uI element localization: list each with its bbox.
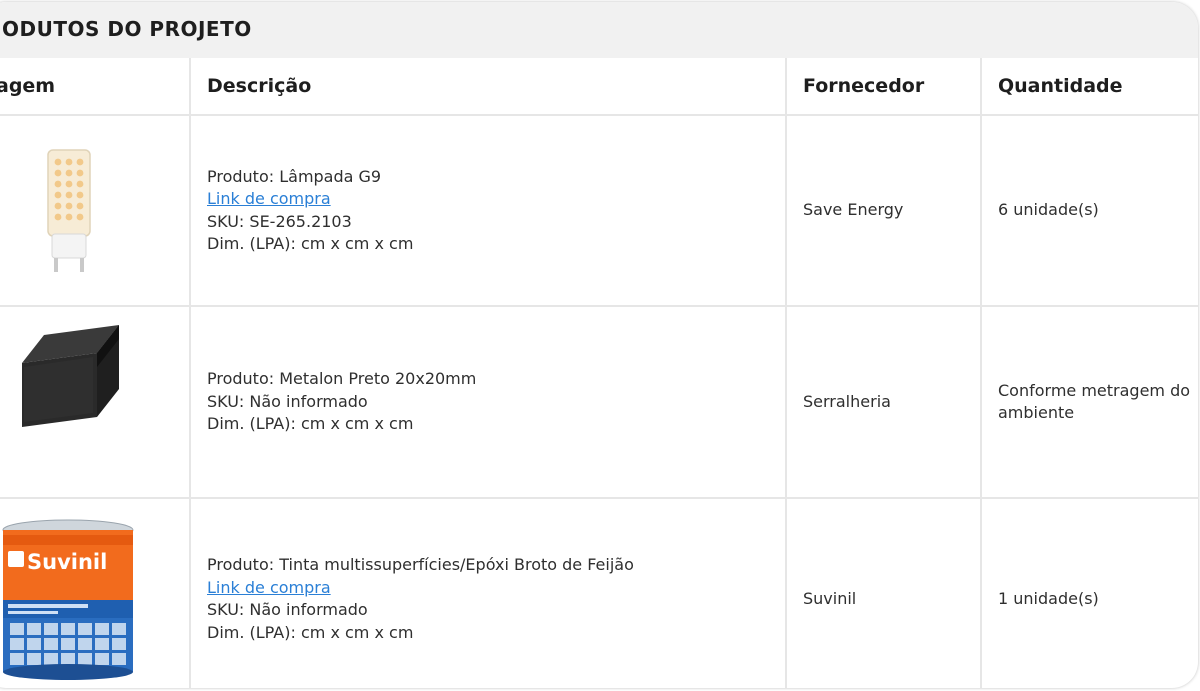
description-cell: Produto: Metalon Preto 20x20mm SKU: Não …: [190, 306, 787, 499]
table-row: Produto: Metalon Preto 20x20mm SKU: Não …: [0, 306, 1198, 499]
product-image-cell: [0, 306, 191, 499]
quantity-cell: 1 unidade(s): [981, 498, 1198, 688]
product-dimensions: Dim. (LPA): cm x cm x cm: [207, 414, 414, 434]
suvinil-paint-can-image: Suvinil: [2, 519, 134, 680]
supplier-cell: Serralheria: [786, 306, 982, 499]
product-name: Produto: Metalon Preto 20x20mm: [207, 369, 477, 389]
product-sku: SKU: Não informado: [207, 600, 368, 619]
product-sku: SKU: SE-265.2103: [207, 211, 352, 231]
product-name: Produto: Tinta multissuperfícies/Epóxi B…: [207, 555, 634, 574]
column-header-description: Descrição: [190, 58, 787, 116]
paint-can-brand: Suvinil: [27, 550, 107, 574]
table-row: Suvinil Produto: Tinta multissuperfícies…: [0, 498, 1198, 688]
column-header-supplier: Fornecedor: [786, 58, 982, 116]
product-image-cell: Suvinil: [0, 498, 191, 688]
quantity-value: 1 unidade(s): [998, 588, 1099, 608]
quantity-value: Conforme metragem do ambiente: [998, 380, 1191, 423]
description-cell: Produto: Tinta multissuperfícies/Epóxi B…: [190, 498, 787, 688]
purchase-link[interactable]: Link de compra: [207, 188, 769, 211]
product-name: Produto: Lâmpada G9: [207, 166, 382, 186]
supplier-cell: Suvinil: [786, 498, 982, 688]
purchase-link[interactable]: Link de compra: [207, 577, 769, 600]
product-image-cell: [0, 115, 191, 307]
description-cell: Produto: Lâmpada G9 Link de compra SKU: …: [190, 115, 787, 307]
table-header-row: agem Descrição Fornecedor Quantidade: [0, 58, 1198, 116]
g9-lamp-image: [47, 149, 91, 272]
quantity-cell: 6 unidade(s): [981, 115, 1198, 307]
product-dimensions: Dim. (LPA): cm x cm x cm: [207, 622, 414, 642]
panel-header: ODUTOS DO PROJETO: [0, 2, 1198, 58]
products-panel: ODUTOS DO PROJETO agem Descrição Fornece…: [0, 2, 1198, 688]
quantity-cell: Conforme metragem do ambiente: [981, 306, 1198, 499]
quantity-value: 6 unidade(s): [998, 200, 1099, 220]
product-dimensions: Dim. (LPA): cm x cm x cm: [207, 234, 414, 253]
column-header-image: agem: [0, 58, 191, 116]
table-row: Produto: Lâmpada G9 Link de compra SKU: …: [0, 115, 1198, 307]
column-header-quantity: Quantidade: [981, 58, 1198, 116]
products-table: agem Descrição Fornecedor Quantidade Pro…: [0, 58, 1198, 688]
supplier-cell: Save Energy: [786, 115, 982, 307]
panel-title: ODUTOS DO PROJETO: [2, 17, 252, 41]
product-sku: SKU: Não informado: [207, 391, 368, 411]
black-metalon-tube-image: [22, 325, 119, 427]
